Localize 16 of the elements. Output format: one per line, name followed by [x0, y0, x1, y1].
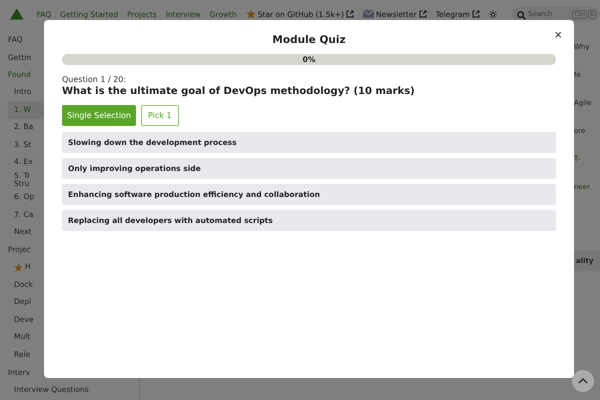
sun-icon[interactable]: [488, 8, 497, 20]
close-button[interactable]: ×: [552, 28, 564, 41]
star-icon: [246, 9, 256, 19]
search-icon: [517, 11, 526, 20]
chevron-up-icon: [578, 378, 588, 384]
tag: Single Selection: [62, 105, 136, 126]
external-link-icon: [472, 10, 480, 18]
question-number: Question 1 / 20:: [62, 75, 128, 84]
question-text: What is the ultimate goal of DevOps methodology? (10 marks): [62, 86, 416, 97]
tag: Pick 1: [141, 105, 179, 126]
external-link-icon: [346, 10, 354, 18]
external-link-icon: [418, 10, 427, 18]
scroll-to-top-button[interactable]: [572, 370, 594, 392]
star-icon: [14, 262, 23, 272]
envelope-icon: [363, 10, 374, 18]
modal-title: Module Quiz: [271, 34, 347, 46]
